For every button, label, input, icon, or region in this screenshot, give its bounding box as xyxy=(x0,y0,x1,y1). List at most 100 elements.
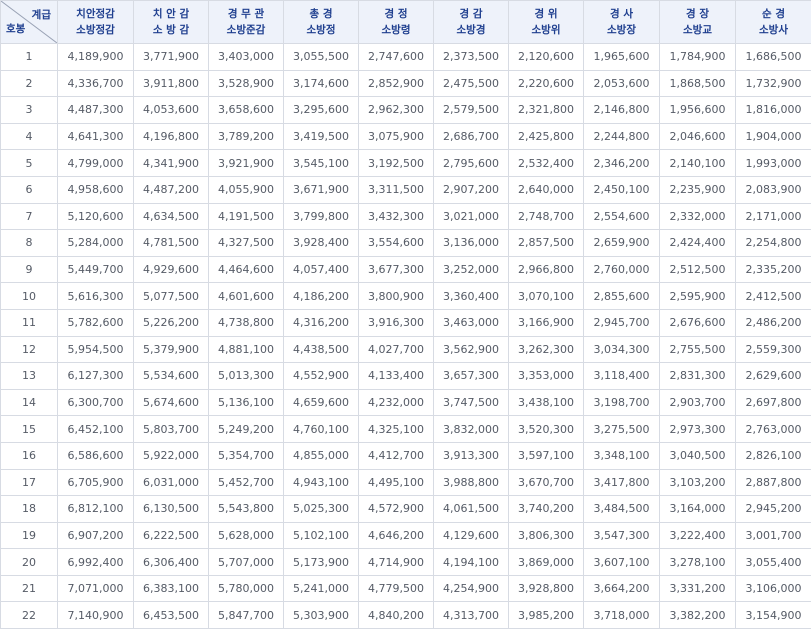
salary-cell: 2,966,800 xyxy=(508,255,584,284)
salary-cell: 2,412,500 xyxy=(735,282,811,310)
salary-cell: 4,053,600 xyxy=(133,96,209,124)
salary-cell: 4,781,500 xyxy=(133,229,209,257)
salary-cell: 5,120,600 xyxy=(57,202,134,231)
table-row: 11 5,782,600 5,226,200 4,738,800 4,316,200 3,… xyxy=(0,308,811,337)
salary-cell: 4,325,100 xyxy=(358,415,434,443)
salary-cell: 5,707,000 xyxy=(208,548,284,576)
salary-cell: 4,189,900 xyxy=(57,43,134,71)
salary-cell: 1,993,000 xyxy=(735,149,811,177)
salary-cell: 2,887,800 xyxy=(735,468,811,497)
salary-cell: 6,453,500 xyxy=(133,601,209,630)
salary-cell: 3,597,100 xyxy=(508,441,584,470)
step-number-cell: 19 xyxy=(0,521,58,550)
salary-cell: 4,313,700 xyxy=(433,601,509,630)
table-row: 19 6,907,200 6,222,500 5,628,000 5,102,100 4,… xyxy=(0,521,811,550)
step-number-cell: 17 xyxy=(0,468,58,497)
step-number-cell: 10 xyxy=(0,282,58,310)
salary-cell: 1,904,000 xyxy=(735,122,811,151)
salary-cell: 4,572,900 xyxy=(358,495,434,523)
salary-cell: 4,057,400 xyxy=(283,255,359,284)
table-row: 5 4,799,000 4,341,900 3,921,900 3,545,100 3,1… xyxy=(0,149,811,177)
salary-cell: 2,425,800 xyxy=(508,122,584,151)
column-header: 경 무 관 소방준감 xyxy=(208,0,284,44)
salary-cell: 6,300,700 xyxy=(57,388,134,417)
salary-cell: 3,670,700 xyxy=(508,468,584,497)
salary-cell: 3,403,000 xyxy=(208,43,284,71)
salary-cell: 3,671,900 xyxy=(283,175,359,204)
salary-cell: 3,154,900 xyxy=(735,601,811,630)
salary-cell: 5,803,700 xyxy=(133,415,209,443)
step-number-cell: 13 xyxy=(0,362,58,390)
salary-cell: 5,954,500 xyxy=(57,335,134,364)
salary-cell: 2,146,800 xyxy=(583,96,660,124)
column-header-rank: 경 위 xyxy=(534,8,558,20)
salary-cell: 1,956,600 xyxy=(659,96,736,124)
salary-cell: 2,760,000 xyxy=(583,255,660,284)
salary-cell: 4,738,800 xyxy=(208,308,284,337)
salary-cell: 2,595,900 xyxy=(659,282,736,310)
column-header: 경 감 소방경 xyxy=(433,0,509,44)
column-header: 순 경 소방사 xyxy=(735,0,811,44)
salary-cell: 2,747,600 xyxy=(358,43,434,71)
salary-cell: 4,254,900 xyxy=(433,574,509,603)
salary-cell: 2,763,000 xyxy=(735,415,811,443)
step-number-cell: 20 xyxy=(0,548,58,576)
salary-cell: 3,832,000 xyxy=(433,415,509,443)
salary-cell: 2,945,700 xyxy=(583,308,660,337)
salary-cell: 4,055,900 xyxy=(208,175,284,204)
step-number-cell: 7 xyxy=(0,202,58,231)
salary-cell: 5,616,300 xyxy=(57,282,134,310)
salary-cell: 3,055,400 xyxy=(735,548,811,576)
salary-cell: 4,027,700 xyxy=(358,335,434,364)
salary-cell: 2,659,900 xyxy=(583,229,660,257)
salary-cell: 4,799,000 xyxy=(57,149,134,177)
salary-cell: 2,373,500 xyxy=(433,43,509,71)
column-header-fire-rank: 소방경 xyxy=(456,24,486,36)
column-header: 경 정 소방령 xyxy=(358,0,434,44)
step-number-cell: 16 xyxy=(0,441,58,470)
salary-cell: 3,432,300 xyxy=(358,202,434,231)
salary-cell: 4,840,200 xyxy=(358,601,434,630)
salary-cell: 2,826,100 xyxy=(735,441,811,470)
salary-cell: 5,284,000 xyxy=(57,229,134,257)
salary-cell: 3,174,600 xyxy=(283,69,359,98)
salary-cell: 5,173,900 xyxy=(283,548,359,576)
salary-cell: 3,658,600 xyxy=(208,96,284,124)
salary-cell: 3,192,500 xyxy=(358,149,434,177)
column-header-rank: 총 경 xyxy=(309,8,333,20)
salary-cell: 6,127,300 xyxy=(57,362,134,390)
salary-cell: 4,061,500 xyxy=(433,495,509,523)
salary-cell: 2,332,000 xyxy=(659,202,736,231)
salary-cell: 3,295,600 xyxy=(283,96,359,124)
salary-cell: 3,198,700 xyxy=(583,388,660,417)
column-header: 경 위 소방위 xyxy=(508,0,584,44)
salary-cell: 2,346,200 xyxy=(583,149,660,177)
column-header: 경 사 소방장 xyxy=(583,0,660,44)
salary-cell: 3,417,800 xyxy=(583,468,660,497)
column-header: 치안정감 소방정감 xyxy=(57,0,134,44)
salary-cell: 4,438,500 xyxy=(283,335,359,364)
salary-cell: 5,628,000 xyxy=(208,521,284,550)
salary-cell: 4,464,600 xyxy=(208,255,284,284)
salary-cell: 5,136,100 xyxy=(208,388,284,417)
salary-cell: 5,379,900 xyxy=(133,335,209,364)
step-number-cell: 18 xyxy=(0,495,58,523)
salary-cell: 3,164,000 xyxy=(659,495,736,523)
salary-cell: 2,171,000 xyxy=(735,202,811,231)
salary-cell: 3,001,700 xyxy=(735,521,811,550)
salary-cell: 6,586,600 xyxy=(57,441,134,470)
salary-cell: 1,686,500 xyxy=(735,43,811,71)
table-row: 6 4,958,600 4,487,200 4,055,900 3,671,900 3,3… xyxy=(0,175,811,204)
salary-cell: 3,718,000 xyxy=(583,601,660,630)
salary-cell: 3,382,200 xyxy=(659,601,736,630)
salary-cell: 3,353,000 xyxy=(508,362,584,390)
salary-cell: 3,118,400 xyxy=(583,362,660,390)
step-number-cell: 11 xyxy=(0,308,58,337)
salary-cell: 1,784,900 xyxy=(659,43,736,71)
salary-cell: 2,120,600 xyxy=(508,43,584,71)
salary-cell: 2,962,300 xyxy=(358,96,434,124)
salary-cell: 5,452,700 xyxy=(208,468,284,497)
step-number-cell: 22 xyxy=(0,601,58,630)
salary-cell: 6,812,100 xyxy=(57,495,134,523)
salary-cell: 2,532,400 xyxy=(508,149,584,177)
